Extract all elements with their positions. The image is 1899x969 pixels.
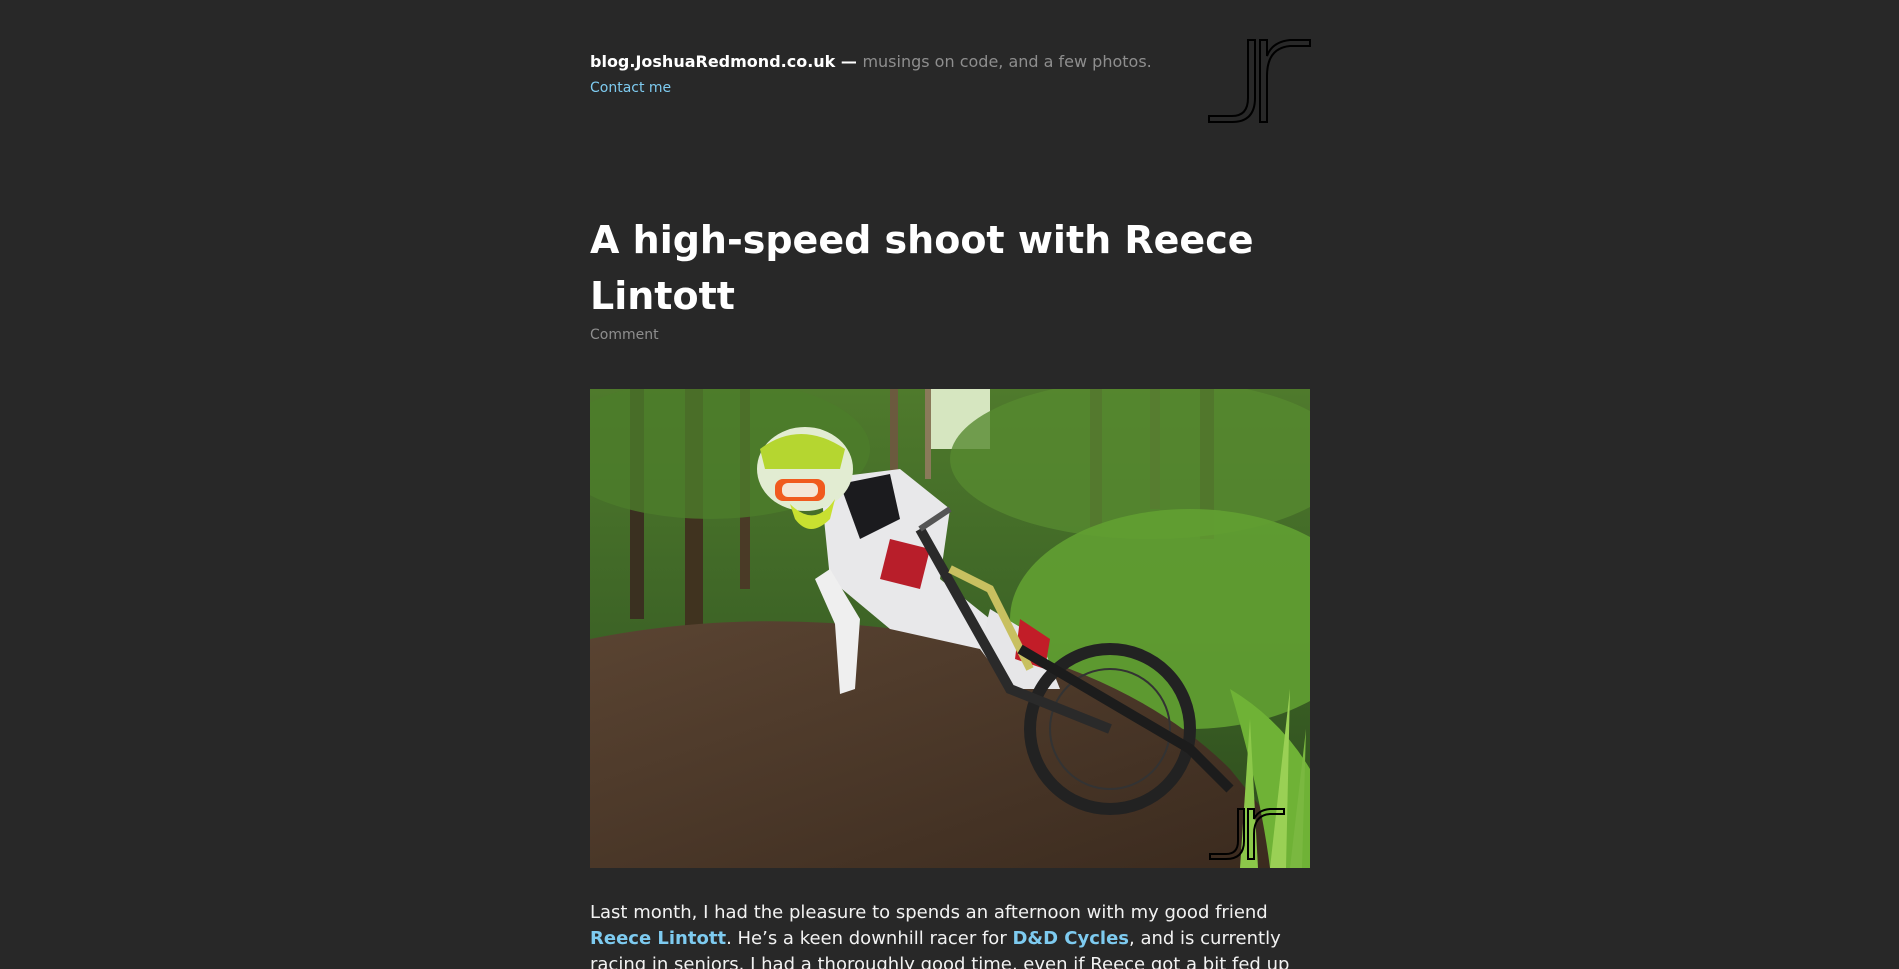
- dd-cycles-link[interactable]: D&D Cycles: [1012, 928, 1129, 949]
- body-text-part: Last month, I had the pleasure to spends…: [590, 902, 1268, 923]
- downhill-rider-photo: [590, 389, 1310, 868]
- site-title-line: blog.JoshuaRedmond.co.uk — musings on co…: [590, 50, 1310, 74]
- post-body-paragraph: Last month, I had the pleasure to spends…: [590, 900, 1310, 969]
- reece-lintott-link[interactable]: Reece Lintott: [590, 928, 726, 949]
- title-dash: —: [835, 52, 863, 71]
- comment-link[interactable]: Comment: [590, 325, 659, 345]
- contact-me-link[interactable]: Contact me: [590, 78, 671, 98]
- site-name-link[interactable]: blog.JoshuaRedmond.co.uk: [590, 52, 835, 71]
- jr-monogram-icon[interactable]: [1208, 36, 1312, 126]
- site-tagline: musings on code, and a few photos.: [862, 52, 1152, 71]
- site-header: blog.JoshuaRedmond.co.uk — musings on co…: [590, 50, 1310, 98]
- page: blog.JoshuaRedmond.co.uk — musings on co…: [0, 0, 1899, 969]
- body-text-part: . He’s a keen downhill racer for: [726, 928, 1013, 949]
- post-title[interactable]: A high-speed shoot with Reece Lintott: [590, 212, 1310, 324]
